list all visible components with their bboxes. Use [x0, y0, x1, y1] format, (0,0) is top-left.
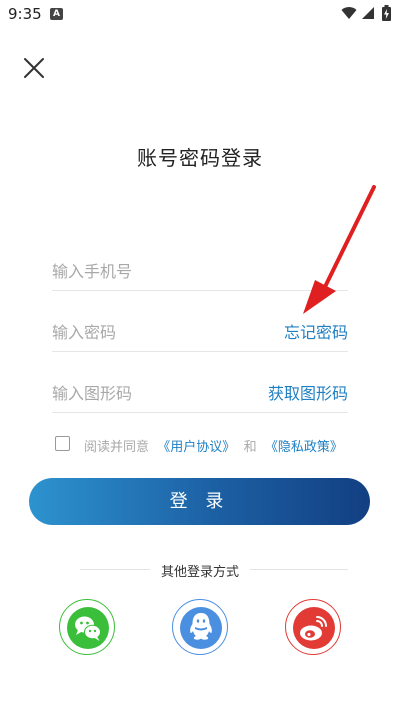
close-button[interactable] — [20, 54, 48, 82]
privacy-policy-link[interactable]: 《隐私政策》 — [265, 440, 343, 455]
captcha-field[interactable]: 输入图形码 获取图形码 — [52, 372, 348, 413]
wechat-login-button[interactable] — [59, 599, 115, 655]
weibo-login-button[interactable] — [285, 599, 341, 655]
weibo-icon — [293, 607, 335, 649]
login-button[interactable]: 登 录 — [29, 478, 370, 525]
agreement-prefix: 阅读并同意 — [84, 440, 150, 455]
agreement-and: 和 — [243, 440, 257, 455]
wifi-icon — [341, 7, 357, 20]
phone-field[interactable]: 输入手机号 — [52, 250, 348, 291]
forgot-password-link[interactable]: 忘记密码 — [284, 319, 348, 343]
status-time: 9:35 — [8, 5, 42, 23]
notification-icon: A — [50, 8, 63, 20]
agreement-text: 阅读并同意 《用户协议》 和 《隐私政策》 — [84, 436, 343, 455]
signal-icon — [362, 7, 374, 19]
close-icon — [24, 58, 44, 78]
user-agreement-link[interactable]: 《用户协议》 — [157, 440, 235, 455]
other-login-label: 其他登录方式 — [160, 565, 239, 580]
page-title: 账号密码登录 — [137, 146, 263, 170]
agreement-checkbox[interactable] — [55, 436, 70, 451]
qq-icon — [180, 607, 222, 649]
battery-charging-icon — [382, 5, 391, 21]
phone-placeholder: 输入手机号 — [52, 262, 133, 281]
password-placeholder: 输入密码 — [52, 323, 117, 342]
wechat-icon — [67, 607, 109, 649]
status-bar: 9:35 A — [0, 0, 400, 28]
get-captcha-link[interactable]: 获取图形码 — [268, 380, 348, 404]
password-field[interactable]: 输入密码 忘记密码 — [52, 311, 348, 352]
captcha-placeholder: 输入图形码 — [52, 384, 133, 403]
qq-login-button[interactable] — [172, 599, 228, 655]
